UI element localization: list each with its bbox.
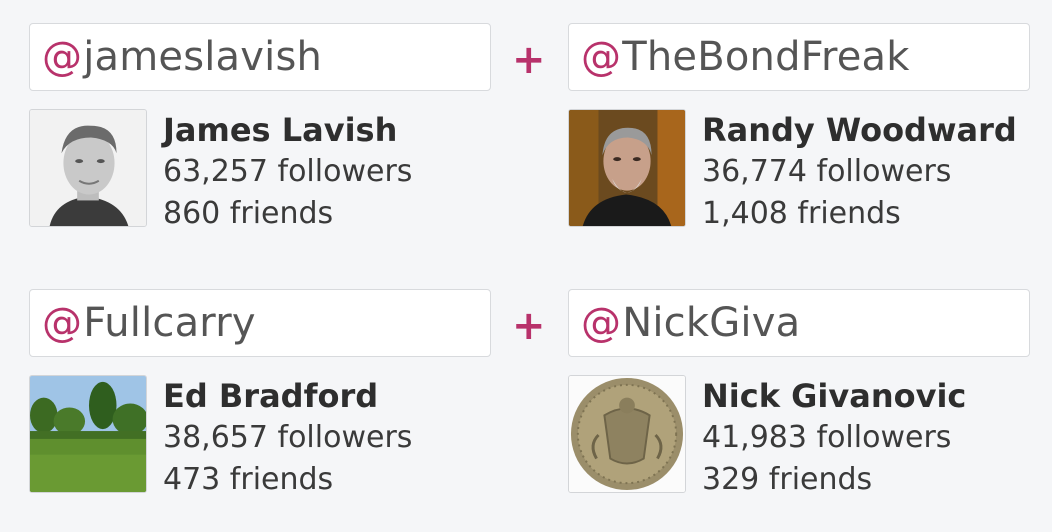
handle-text: Fullcarry <box>83 300 256 346</box>
avatar[interactable] <box>568 375 686 493</box>
friends-count: 1,408 friends <box>702 196 901 231</box>
avatar[interactable] <box>29 109 147 227</box>
friends-count: 329 friends <box>702 462 873 497</box>
handle-input-2[interactable]: @ TheBondFreak <box>568 23 1030 91</box>
profile-card: Randy Woodward 36,774 followers 1,408 fr… <box>568 109 1038 231</box>
profile-card: James Lavish 63,257 followers 860 friend… <box>29 109 499 231</box>
person-photo-icon <box>569 110 685 226</box>
coin-photo-icon <box>569 376 685 492</box>
avatar[interactable] <box>29 375 147 493</box>
comparison-row-1: @ jameslavish + @ TheBondFreak James Lav… <box>0 0 1052 240</box>
followers-count: 38,657 followers <box>163 420 413 455</box>
avatar[interactable] <box>568 109 686 227</box>
landscape-photo-icon <box>30 376 146 492</box>
profile-name: James Lavish <box>163 111 398 149</box>
profile-card: Ed Bradford 38,657 followers 473 friends <box>29 375 499 497</box>
comparison-row-2: @ Fullcarry + @ NickGiva Ed Bradford 38,… <box>0 266 1052 506</box>
handle-text: TheBondFreak <box>622 34 910 80</box>
at-symbol: @ <box>581 300 622 346</box>
followers-count: 36,774 followers <box>702 154 952 189</box>
friends-count: 473 friends <box>163 462 334 497</box>
at-symbol: @ <box>42 300 83 346</box>
followers-count: 41,983 followers <box>702 420 952 455</box>
handle-text: NickGiva <box>622 300 801 346</box>
handle-input-4[interactable]: @ NickGiva <box>568 289 1030 357</box>
handle-input-3[interactable]: @ Fullcarry <box>29 289 491 357</box>
profile-name: Nick Givanovic <box>702 377 967 415</box>
at-symbol: @ <box>42 34 83 80</box>
profile-card: Nick Givanovic 41,983 followers 329 frie… <box>568 375 1038 497</box>
handle-input-1[interactable]: @ jameslavish <box>29 23 491 91</box>
person-photo-icon <box>30 110 146 226</box>
handle-text: jameslavish <box>83 34 323 80</box>
at-symbol: @ <box>581 34 622 80</box>
profile-name: Randy Woodward <box>702 111 1017 149</box>
plus-icon: + <box>512 303 546 349</box>
plus-icon: + <box>512 37 546 83</box>
profile-name: Ed Bradford <box>163 377 379 415</box>
followers-count: 63,257 followers <box>163 154 413 189</box>
friends-count: 860 friends <box>163 196 334 231</box>
